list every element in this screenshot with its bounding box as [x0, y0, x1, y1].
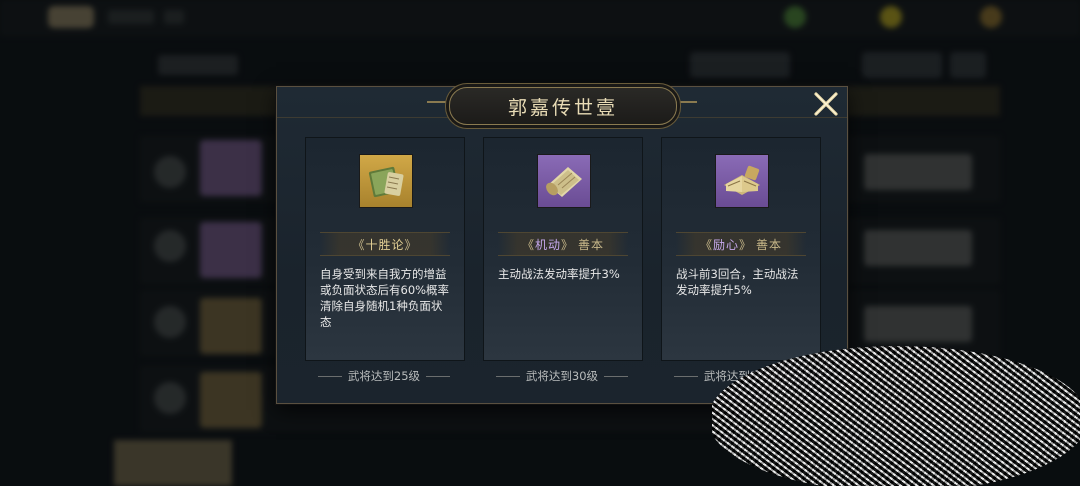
title-ornament [675, 101, 697, 111]
requirement-text: 武将达到30级 [525, 369, 599, 383]
item-name-plate: 《 励心 》 善本 [676, 232, 806, 256]
bracket-open: 《 [352, 237, 366, 252]
item-name-plate: 《 机动 》 善本 [498, 232, 628, 256]
bracket-open: 《 [521, 237, 535, 252]
item-edition: 善本 [578, 237, 605, 252]
item-icon-frame [537, 154, 591, 208]
item-edition: 善本 [756, 237, 783, 252]
divider-line [604, 375, 629, 377]
close-button[interactable] [813, 91, 839, 117]
divider-line [317, 375, 342, 377]
divider-line [426, 375, 451, 377]
noise-patch [712, 346, 1080, 486]
item-card[interactable]: 《 十胜论 》 自身受到来自我方的增益或负面状态后有60%概率清除自身随机1种负… [305, 137, 465, 361]
close-x-icon [814, 92, 838, 116]
item-description: 自身受到来自我方的增益或负面状态后有60%概率清除自身随机1种负面状态 [320, 267, 450, 329]
title-ornament [427, 101, 449, 111]
book-scroll-gold-icon [368, 166, 404, 198]
divider-line [495, 375, 520, 377]
scroll-purple-icon [546, 167, 582, 197]
item-icon-frame [359, 154, 413, 208]
bracket-open: 《 [699, 237, 713, 252]
bracket-close: 》 [561, 237, 575, 252]
item-name-plate: 《 十胜论 》 [320, 232, 450, 256]
item-icon-frame [715, 154, 769, 208]
book-purple-icon [724, 165, 760, 195]
requirement-text: 武将达到25级 [347, 369, 421, 383]
item-name: 机动 [534, 237, 561, 252]
item-description: 战斗前3回合，主动战法发动率提升5% [676, 267, 799, 297]
requirement-label: 武将达到25级 [304, 368, 464, 384]
item-description: 主动战法发动率提升3% [498, 267, 620, 281]
item-card[interactable]: 《 励心 》 善本 战斗前3回合，主动战法发动率提升5% [661, 137, 821, 361]
divider-line [673, 375, 698, 377]
requirement-label: 武将达到30级 [482, 368, 642, 384]
item-name: 十胜论 [365, 237, 405, 252]
item-card[interactable]: 《 机动 》 善本 主动战法发动率提升3% [483, 137, 643, 361]
noise-watermark [712, 340, 1080, 486]
modal-title: 郭嘉传世壹 [507, 96, 618, 119]
bracket-close: 》 [739, 237, 753, 252]
bracket-close: 》 [404, 237, 418, 252]
item-name: 励心 [712, 237, 739, 252]
title-plate: 郭嘉传世壹 [449, 87, 677, 125]
